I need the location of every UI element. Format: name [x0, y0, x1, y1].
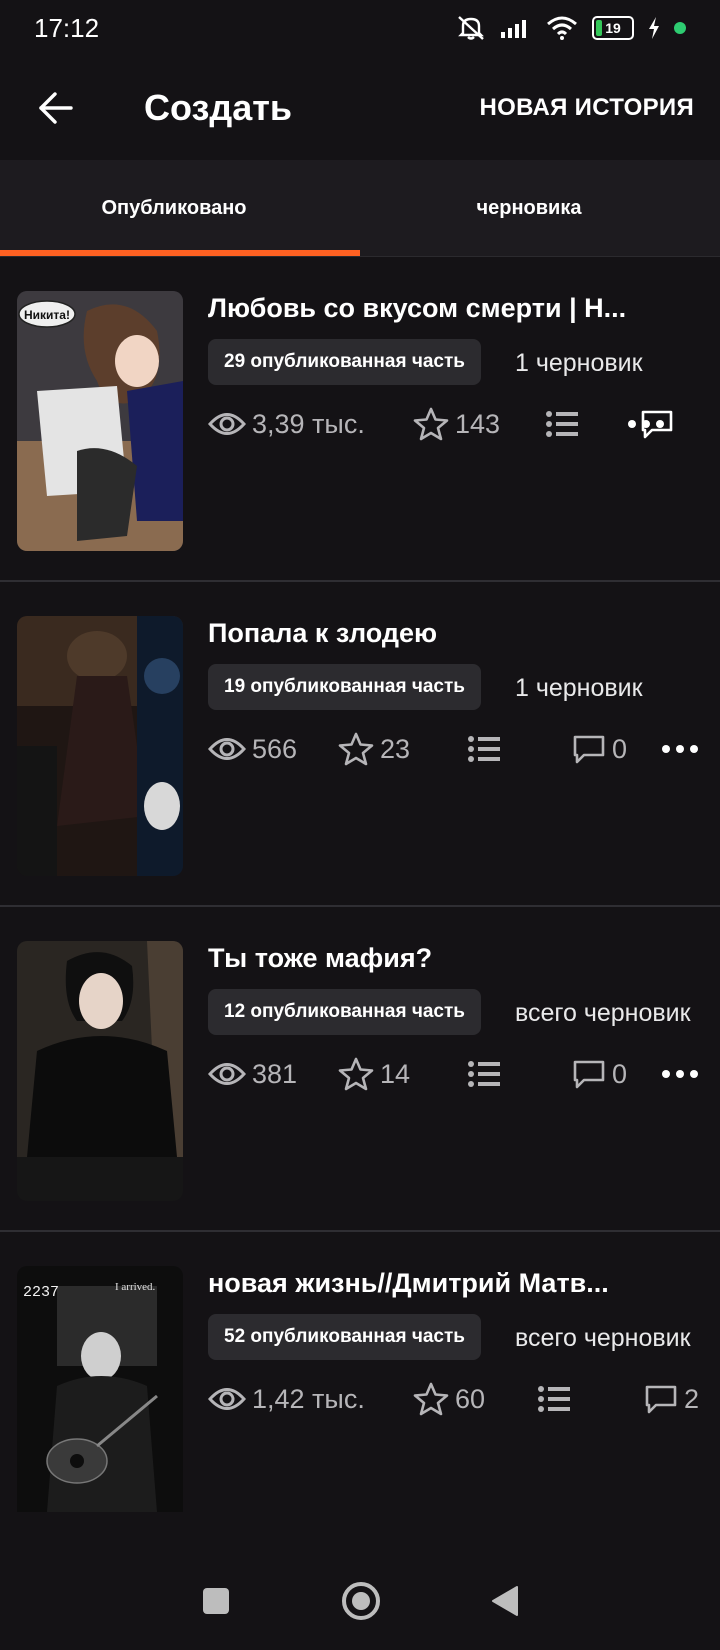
story-item[interactable]: Попала к злодею 19 опубликованная часть …	[0, 582, 720, 907]
story-cover[interactable]	[17, 941, 183, 1201]
comment-icon	[573, 735, 605, 764]
votes-stat: 23	[338, 724, 410, 774]
tab-bar: Опубликовано черновика	[0, 160, 720, 256]
more-options-button[interactable]	[662, 1049, 698, 1099]
star-icon	[338, 732, 374, 766]
eye-icon	[208, 738, 246, 760]
eye-icon	[208, 413, 246, 435]
cover-number: 2237	[23, 1284, 59, 1301]
story-cover[interactable]: 2237 I arrived.	[17, 1266, 183, 1526]
votes-count: 14	[380, 1058, 411, 1089]
home-button[interactable]	[341, 1581, 381, 1626]
story-item[interactable]: Никита! Любовь со вкусом смерти | Н... 2…	[0, 257, 720, 582]
views-count: 381	[252, 1058, 298, 1089]
app-bar: Создать НОВАЯ ИСТОРИЯ	[0, 56, 720, 160]
page-title: Создать	[144, 87, 293, 128]
cover-caption: I arrived.	[115, 1281, 156, 1293]
wifi-icon	[547, 16, 577, 40]
views-stat: 566	[208, 724, 297, 774]
story-stats: 381 14 0	[208, 1049, 708, 1099]
arrow-left-icon	[39, 92, 73, 124]
status-icons: 19	[456, 15, 686, 41]
votes-stat: 14	[338, 1049, 410, 1099]
square-icon	[203, 1587, 229, 1614]
views-count: 3,39 тыс.	[252, 408, 365, 439]
views-stat: 1,42 тыс.	[208, 1374, 365, 1424]
votes-count: 143	[455, 408, 501, 439]
story-list: Никита! Любовь со вкусом смерти | Н... 2…	[0, 257, 720, 1557]
back-nav-button[interactable]	[491, 1585, 519, 1622]
published-parts-badge: 19 опубликованная часть	[208, 664, 481, 710]
published-parts-badge: 52 опубликованная часть	[208, 1314, 481, 1360]
story-item[interactable]: 2237 I arrived. новая жизнь//Дмитрий Мат…	[0, 1232, 720, 1557]
star-icon	[413, 1382, 449, 1416]
mute-icon	[458, 16, 484, 40]
charging-icon	[649, 17, 659, 39]
battery-icon: 19	[592, 16, 634, 40]
list-icon	[468, 736, 500, 762]
drafts-count: 1 черновик	[515, 349, 643, 377]
views-count: 566	[252, 733, 298, 764]
triangle-back-icon	[492, 1585, 518, 1616]
parts-list-stat[interactable]	[538, 1374, 570, 1424]
privacy-indicator-dot	[674, 22, 686, 34]
list-icon	[468, 1061, 500, 1087]
more-options-button[interactable]	[628, 399, 664, 449]
comments-stat[interactable]: 0	[572, 724, 627, 774]
list-icon	[538, 1386, 570, 1412]
votes-stat: 60	[413, 1374, 485, 1424]
story-cover[interactable]: Никита!	[17, 291, 183, 551]
star-icon	[413, 407, 449, 441]
eye-icon	[208, 1388, 246, 1410]
views-stat: 381	[208, 1049, 297, 1099]
parts-list-stat[interactable]	[468, 724, 500, 774]
story-item[interactable]: Ты тоже мафия? 12 опубликованная часть в…	[0, 907, 720, 1232]
tab-drafts-label: черновика	[476, 196, 582, 219]
status-bar: 17:12 19	[0, 0, 720, 56]
circle-icon	[342, 1581, 380, 1620]
tab-published[interactable]: Опубликовано	[0, 160, 360, 256]
back-button[interactable]	[0, 56, 112, 160]
system-nav-bar	[0, 1556, 720, 1650]
votes-stat: 143	[413, 399, 500, 449]
story-cover[interactable]	[17, 616, 183, 876]
cover-speech-bubble: Никита!	[24, 308, 70, 322]
eye-icon	[208, 1063, 246, 1085]
views-count: 1,42 тыс.	[252, 1383, 365, 1414]
votes-count: 23	[380, 733, 411, 764]
story-title[interactable]: новая жизнь//Дмитрий Матв...	[208, 1268, 628, 1299]
comments-stat[interactable]: 2	[644, 1374, 699, 1424]
story-stats: 1,42 тыс. 60 2	[208, 1374, 708, 1424]
views-stat: 3,39 тыс.	[208, 399, 365, 449]
list-icon	[546, 411, 578, 437]
drafts-count: всего черновик	[515, 999, 691, 1027]
comment-icon	[573, 1060, 605, 1089]
parts-list-stat[interactable]	[546, 399, 578, 449]
recents-button[interactable]	[201, 1586, 231, 1621]
star-icon	[338, 1057, 374, 1091]
published-parts-badge: 12 опубликованная часть	[208, 989, 481, 1035]
drafts-count: всего черновик	[515, 1324, 691, 1352]
story-title[interactable]: Попала к злодею	[208, 618, 628, 649]
new-story-button[interactable]: НОВАЯ ИСТОРИЯ	[479, 56, 694, 160]
comments-count: 0	[612, 733, 628, 764]
story-title[interactable]: Ты тоже мафия?	[208, 943, 628, 974]
published-parts-badge: 29 опубликованная часть	[208, 339, 481, 385]
tab-published-label: Опубликовано	[101, 196, 247, 219]
status-time: 17:12	[34, 12, 100, 43]
comments-stat[interactable]: 0	[572, 1049, 627, 1099]
comment-icon	[645, 1385, 677, 1414]
parts-list-stat[interactable]	[468, 1049, 500, 1099]
tab-drafts[interactable]: черновика	[360, 160, 720, 256]
drafts-count: 1 черновик	[515, 674, 643, 702]
story-title[interactable]: Любовь со вкусом смерти | Н...	[208, 293, 628, 324]
comments-count: 2	[684, 1383, 700, 1414]
battery-level: 19	[605, 20, 621, 36]
comments-count: 0	[612, 1058, 628, 1089]
more-options-button[interactable]	[662, 724, 698, 774]
votes-count: 60	[455, 1383, 486, 1414]
story-stats: 566 23 0	[208, 724, 708, 774]
signal-icon	[501, 20, 526, 38]
